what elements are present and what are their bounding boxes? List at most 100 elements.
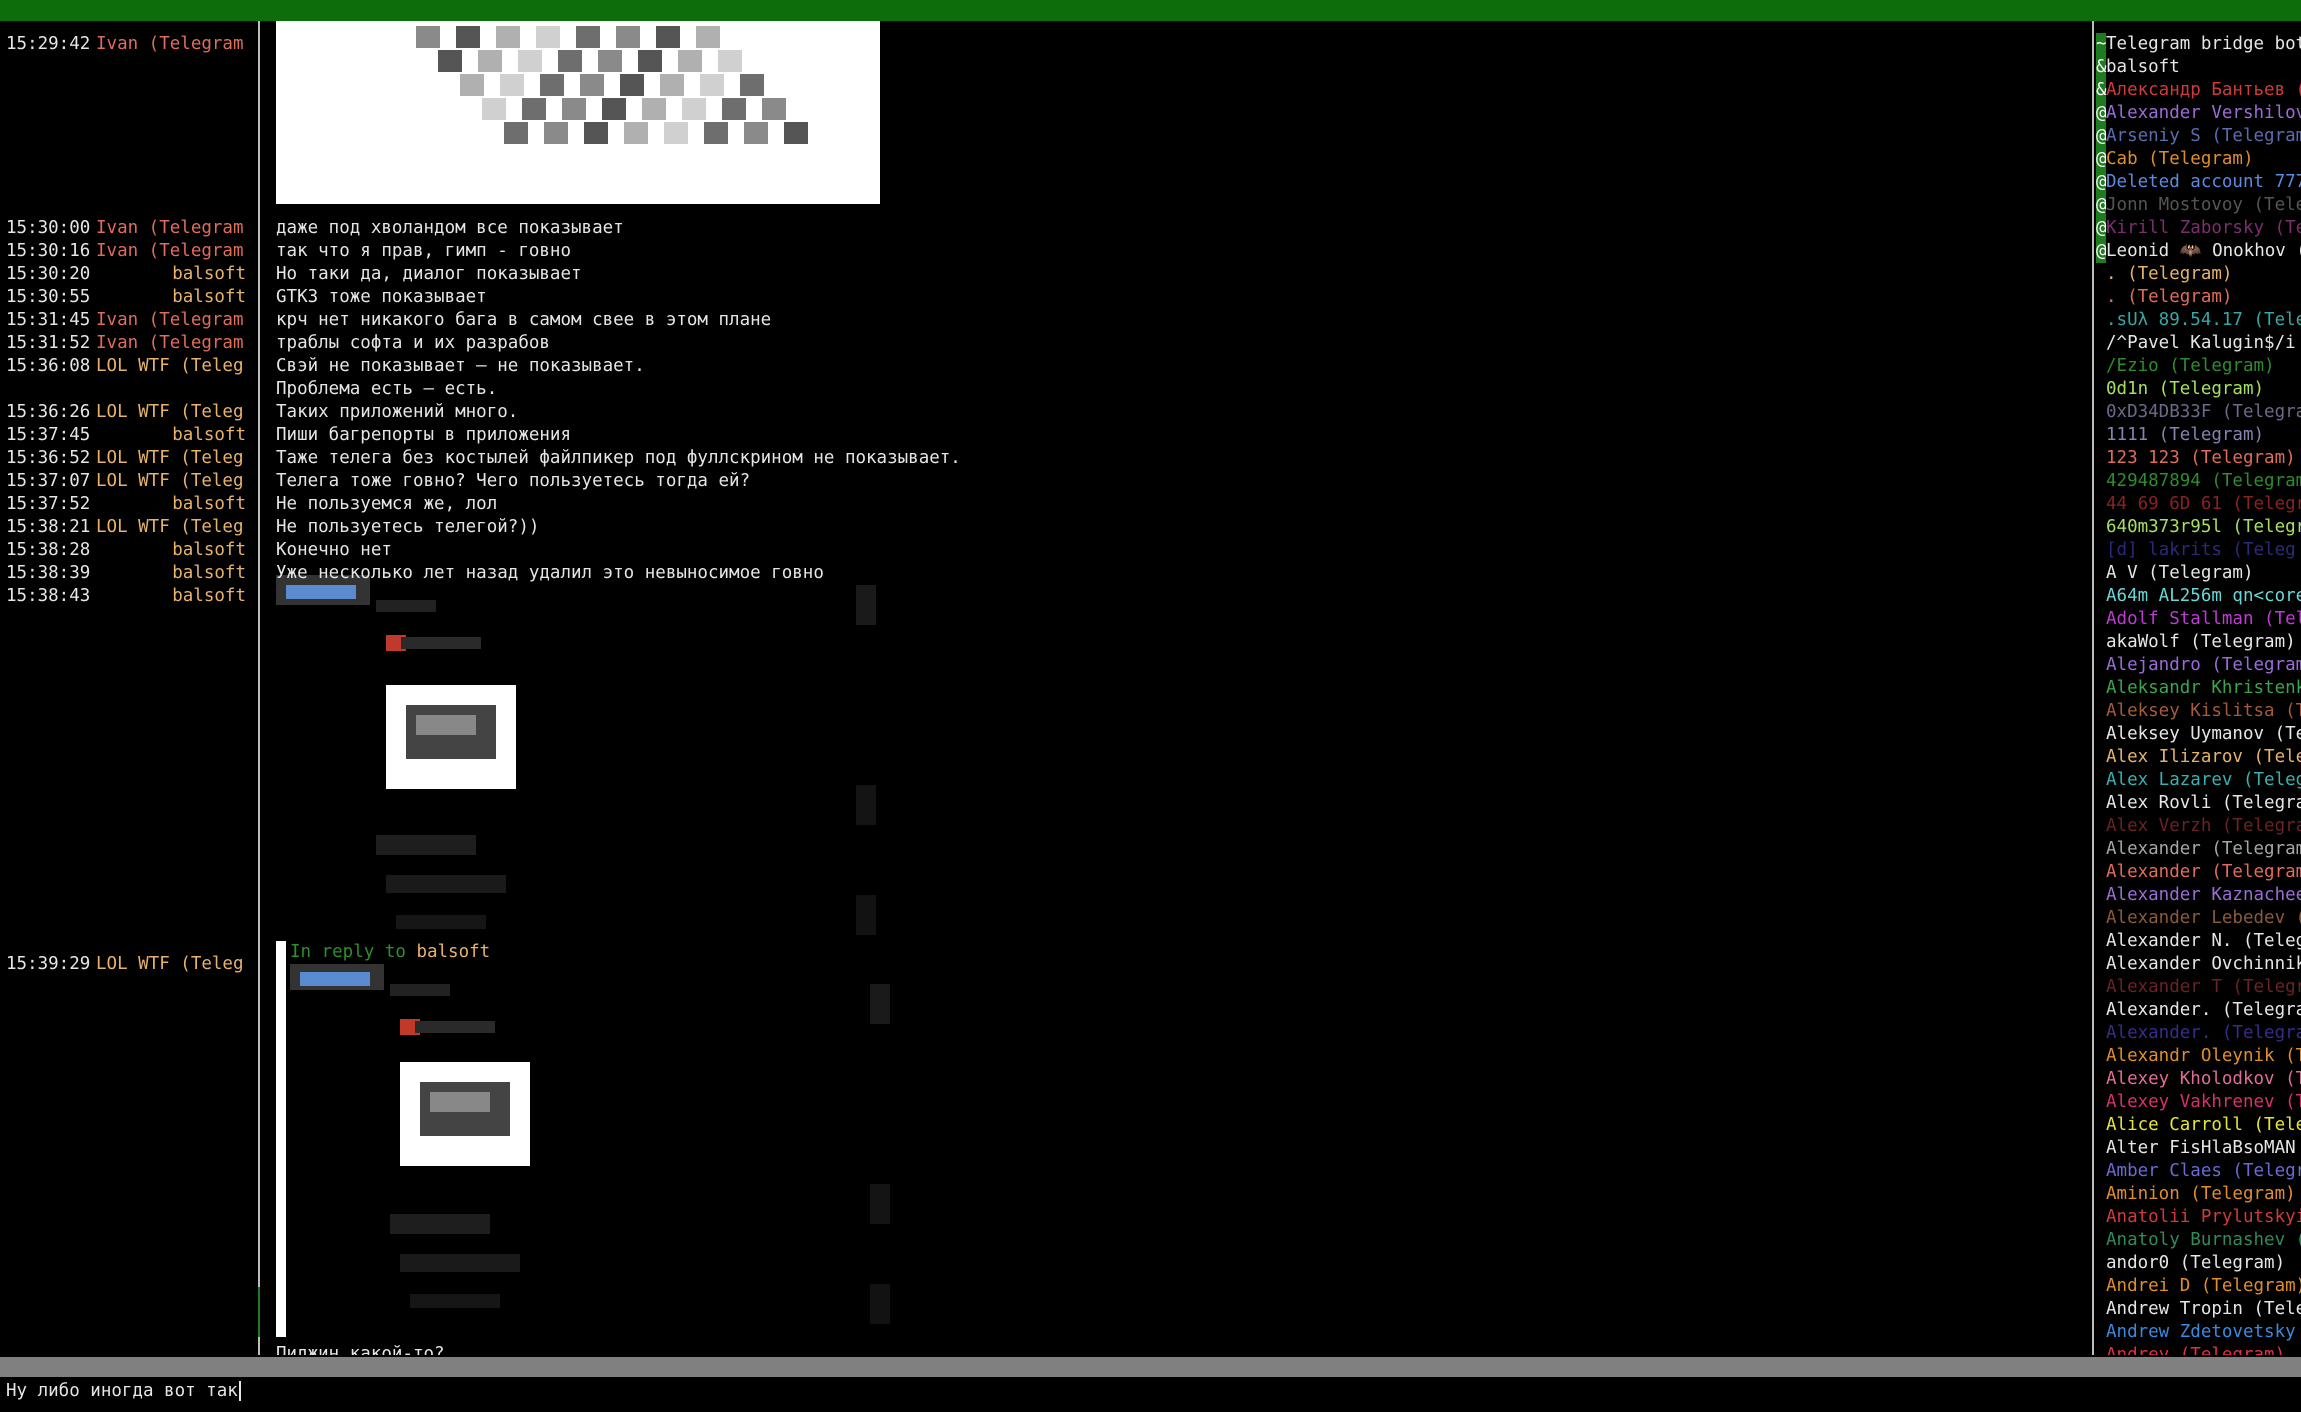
chat-buffer[interactable]: In reply to balsoft 15:29:42 Ivan (Telegr… bbox=[0, 21, 2090, 1355]
nicklist-item[interactable]: ~Telegram bridge bot bbox=[2096, 33, 2301, 56]
nicklist-item[interactable]: . (Telegram) bbox=[2096, 286, 2232, 309]
message-nick[interactable]: LOL WTF (Telegr bbox=[96, 516, 246, 539]
nicklist-item[interactable]: Alexander (Telegram bbox=[2096, 861, 2301, 884]
nicklist-item[interactable]: Alex Lazarev (Teleg bbox=[2096, 769, 2301, 792]
message-line[interactable]: 15:36:26 LOL WTF (Telegr Таких приложений … bbox=[0, 401, 2090, 424]
message-nick[interactable]: Ivan (Telegram) bbox=[96, 332, 246, 355]
message-line[interactable]: 15:30:00 Ivan (Telegram) даже под хволандо… bbox=[0, 217, 2090, 240]
nicklist-item[interactable]: @Alexander Vershilov bbox=[2096, 102, 2301, 125]
nicklist-item[interactable]: Andrey (Telegram) bbox=[2096, 1344, 2285, 1355]
nicklist-item[interactable]: Aleksandr Khristenk bbox=[2096, 677, 2301, 700]
message-line[interactable]: 15:39:29 LOL WTF (Telegr bbox=[0, 953, 2090, 976]
nicklist-item[interactable]: Alice Carroll (Tele bbox=[2096, 1114, 2301, 1137]
nicklist-item[interactable]: Alejandro (Telegram bbox=[2096, 654, 2301, 677]
message-line[interactable]: 15:38:39 balsoft Уже несколько лет назад у… bbox=[0, 562, 2090, 585]
nicklist-item[interactable]: Alexander. (Telegra bbox=[2096, 999, 2301, 1022]
nicklist-item[interactable]: @Kirill Zaborsky (Te bbox=[2096, 217, 2301, 240]
message-line[interactable]: 15:38:43 balsoft bbox=[0, 585, 2090, 608]
message-line[interactable]: 15:37:07 LOL WTF (Telegr Телега тоже говно… bbox=[0, 470, 2090, 493]
nicklist-item[interactable]: &Александр Бантьев ( bbox=[2096, 79, 2301, 102]
message-line[interactable]: Проблема есть — есть. bbox=[0, 378, 2090, 401]
input-line[interactable]: Ну либо иногда вот так bbox=[0, 1379, 2301, 1403]
message-line[interactable]: 15:37:45 balsoft Пиши багрепорты в приложе… bbox=[0, 424, 2090, 447]
message-nick[interactable]: balsoft bbox=[96, 585, 246, 608]
nicklist-item[interactable]: andor0 (Telegram) bbox=[2096, 1252, 2285, 1275]
input-text[interactable]: Ну либо иногда вот так bbox=[6, 1381, 238, 1401]
nicklist-item[interactable]: Alex Verzh (Telegra bbox=[2096, 815, 2301, 838]
nicklist-item[interactable]: Alex Ilizarov (Tele bbox=[2096, 746, 2301, 769]
nicklist-item[interactable]: 1111 (Telegram) bbox=[2096, 424, 2264, 447]
nicklist-item[interactable]: /Ezio (Telegram) bbox=[2096, 355, 2275, 378]
nicklist-item[interactable]: Alter FisHlaBsoMAN bbox=[2096, 1137, 2296, 1160]
nicklist-item[interactable]: Alexander Lebedev ( bbox=[2096, 907, 2301, 930]
message-line[interactable]: 15:31:52 Ivan (Telegram) траблы софта и их… bbox=[0, 332, 2090, 355]
nicklist-item[interactable]: .sUλ 89.54.17 (Tele bbox=[2096, 309, 2301, 332]
nicklist-item[interactable]: Alex Rovli (Telegra bbox=[2096, 792, 2301, 815]
nicklist-item[interactable]: @Jonn Mostovoy (Tele bbox=[2096, 194, 2301, 217]
message-line[interactable]: 15:38:21 LOL WTF (Telegr Не пользуетесь те… bbox=[0, 516, 2090, 539]
nicklist-item[interactable]: Alexander. (Telegra bbox=[2096, 1022, 2301, 1045]
nicklist-item[interactable]: Aleksey Uymanov (Te bbox=[2096, 723, 2301, 746]
message-nick[interactable]: balsoft bbox=[96, 286, 246, 309]
message-nick[interactable]: balsoft bbox=[96, 539, 246, 562]
message-nick[interactable]: LOL WTF (Telegr bbox=[96, 447, 246, 470]
nicklist-item[interactable]: Alexander N. (Teleg bbox=[2096, 930, 2301, 953]
message-nick[interactable]: balsoft bbox=[96, 263, 246, 286]
message-nick[interactable]: Ivan (Telegram) bbox=[96, 217, 246, 240]
attached-image-2[interactable] bbox=[276, 575, 880, 937]
nicklist-item[interactable]: Andrei D (Telegram) bbox=[2096, 1275, 2301, 1298]
nicklist-item[interactable]: [d] lakrits (Teleg bbox=[2096, 539, 2296, 562]
nicklist-item[interactable]: . (Telegram) bbox=[2096, 263, 2232, 286]
nicklist-item[interactable]: @Deleted account 777 bbox=[2096, 171, 2301, 194]
nicklist-item[interactable]: @Leonid 🦇 Onokhov ( bbox=[2096, 240, 2301, 263]
nicklist-item[interactable]: 429487894 (Telegram bbox=[2096, 470, 2301, 493]
message-nick[interactable]: LOL WTF (Telegr bbox=[96, 470, 246, 493]
nicklist-item[interactable]: akaWolf (Telegram) bbox=[2096, 631, 2296, 654]
message-nick[interactable]: balsoft bbox=[96, 424, 246, 447]
attached-image-3[interactable] bbox=[290, 964, 894, 1337]
nicklist-item[interactable]: A V (Telegram) bbox=[2096, 562, 2254, 585]
nicklist-item[interactable]: Anatoly Burnashev ( bbox=[2096, 1229, 2301, 1252]
nicklist-item[interactable]: Alexander T (Telegr bbox=[2096, 976, 2301, 999]
message-line[interactable]: 15:37:52 balsoft Не пользуемся же, лол bbox=[0, 493, 2090, 516]
nicklist-item[interactable]: Aminion (Telegram) bbox=[2096, 1183, 2296, 1206]
message-line[interactable]: Пиджин какой-то? bbox=[0, 1343, 2090, 1355]
message-nick[interactable]: balsoft bbox=[96, 562, 246, 585]
nicklist-item[interactable]: Andrew Tropin (Tele bbox=[2096, 1298, 2301, 1321]
message-line[interactable]: 15:29:42 Ivan (Telegram) bbox=[0, 33, 2090, 56]
nicklist-item[interactable]: Alexandr Oleynik (T bbox=[2096, 1045, 2301, 1068]
message-line[interactable]: 15:30:55 balsoft GTK3 тоже показывает bbox=[0, 286, 2090, 309]
nicklist-item[interactable]: Alexander (Telegram bbox=[2096, 838, 2301, 861]
message-line[interactable]: 15:30:20 balsoft Но таки да, диалог показы… bbox=[0, 263, 2090, 286]
nicklist-item[interactable]: Alexander Ovchinnik bbox=[2096, 953, 2301, 976]
message-nick[interactable]: LOL WTF (Telegr bbox=[96, 355, 246, 378]
nicklist-item[interactable]: A64m AL256m qn<core bbox=[2096, 585, 2301, 608]
message-line[interactable]: 15:36:08 LOL WTF (Telegr Свэй не показывае… bbox=[0, 355, 2090, 378]
nicklist-item[interactable]: @Arseniy S (Telegram bbox=[2096, 125, 2301, 148]
nicklist-item[interactable]: 123 123 (Telegram) bbox=[2096, 447, 2296, 470]
nicklist-item[interactable]: Anatolii Prylutskyi bbox=[2096, 1206, 2301, 1229]
message-nick[interactable]: Ivan (Telegram) bbox=[96, 33, 246, 56]
message-line[interactable]: 15:31:45 Ivan (Telegram) крч нет никакого … bbox=[0, 309, 2090, 332]
message-nick[interactable]: balsoft bbox=[96, 493, 246, 516]
nicklist-item[interactable]: /^Pavel Kalugin$/i bbox=[2096, 332, 2296, 355]
message-nick[interactable]: LOL WTF (Telegr bbox=[96, 401, 246, 424]
nicklist-item[interactable]: Adolf Stallman (Tel bbox=[2096, 608, 2301, 631]
nicklist-item[interactable]: 44 69 6D 61 (Telegr bbox=[2096, 493, 2301, 516]
message-line[interactable]: 15:36:52 LOL WTF (Telegr Таже телега без к… bbox=[0, 447, 2090, 470]
message-nick[interactable]: Ivan (Telegram) bbox=[96, 240, 246, 263]
nicklist-item[interactable]: Alexey Vakhrenev (T bbox=[2096, 1091, 2301, 1114]
nicklist-item[interactable]: 0xD34DB33F (Telegra bbox=[2096, 401, 2301, 424]
message-line[interactable]: 15:38:28 balsoft Конечно нет bbox=[0, 539, 2090, 562]
nicklist-item[interactable]: @Cab (Telegram) bbox=[2096, 148, 2254, 171]
message-line[interactable]: 15:30:16 Ivan (Telegram) так что я прав, г… bbox=[0, 240, 2090, 263]
message-nick[interactable]: Ivan (Telegram) bbox=[96, 309, 246, 332]
nicklist-item[interactable]: 640m373r95l (Telegr bbox=[2096, 516, 2301, 539]
nicklist-item[interactable]: Amber Claes (Telegr bbox=[2096, 1160, 2301, 1183]
nicklist-item[interactable]: &balsoft bbox=[2096, 56, 2180, 79]
nicklist[interactable]: ~Telegram bridge bot &balsoft &Александр Б… bbox=[2096, 21, 2301, 1355]
nicklist-item[interactable]: Alexander Kaznachee bbox=[2096, 884, 2301, 907]
nicklist-item[interactable]: Aleksey Kislitsa (T bbox=[2096, 700, 2301, 723]
nicklist-item[interactable]: Andrew Zdetovetsky bbox=[2096, 1321, 2296, 1344]
nicklist-item[interactable]: Alexey Kholodkov (T bbox=[2096, 1068, 2301, 1091]
